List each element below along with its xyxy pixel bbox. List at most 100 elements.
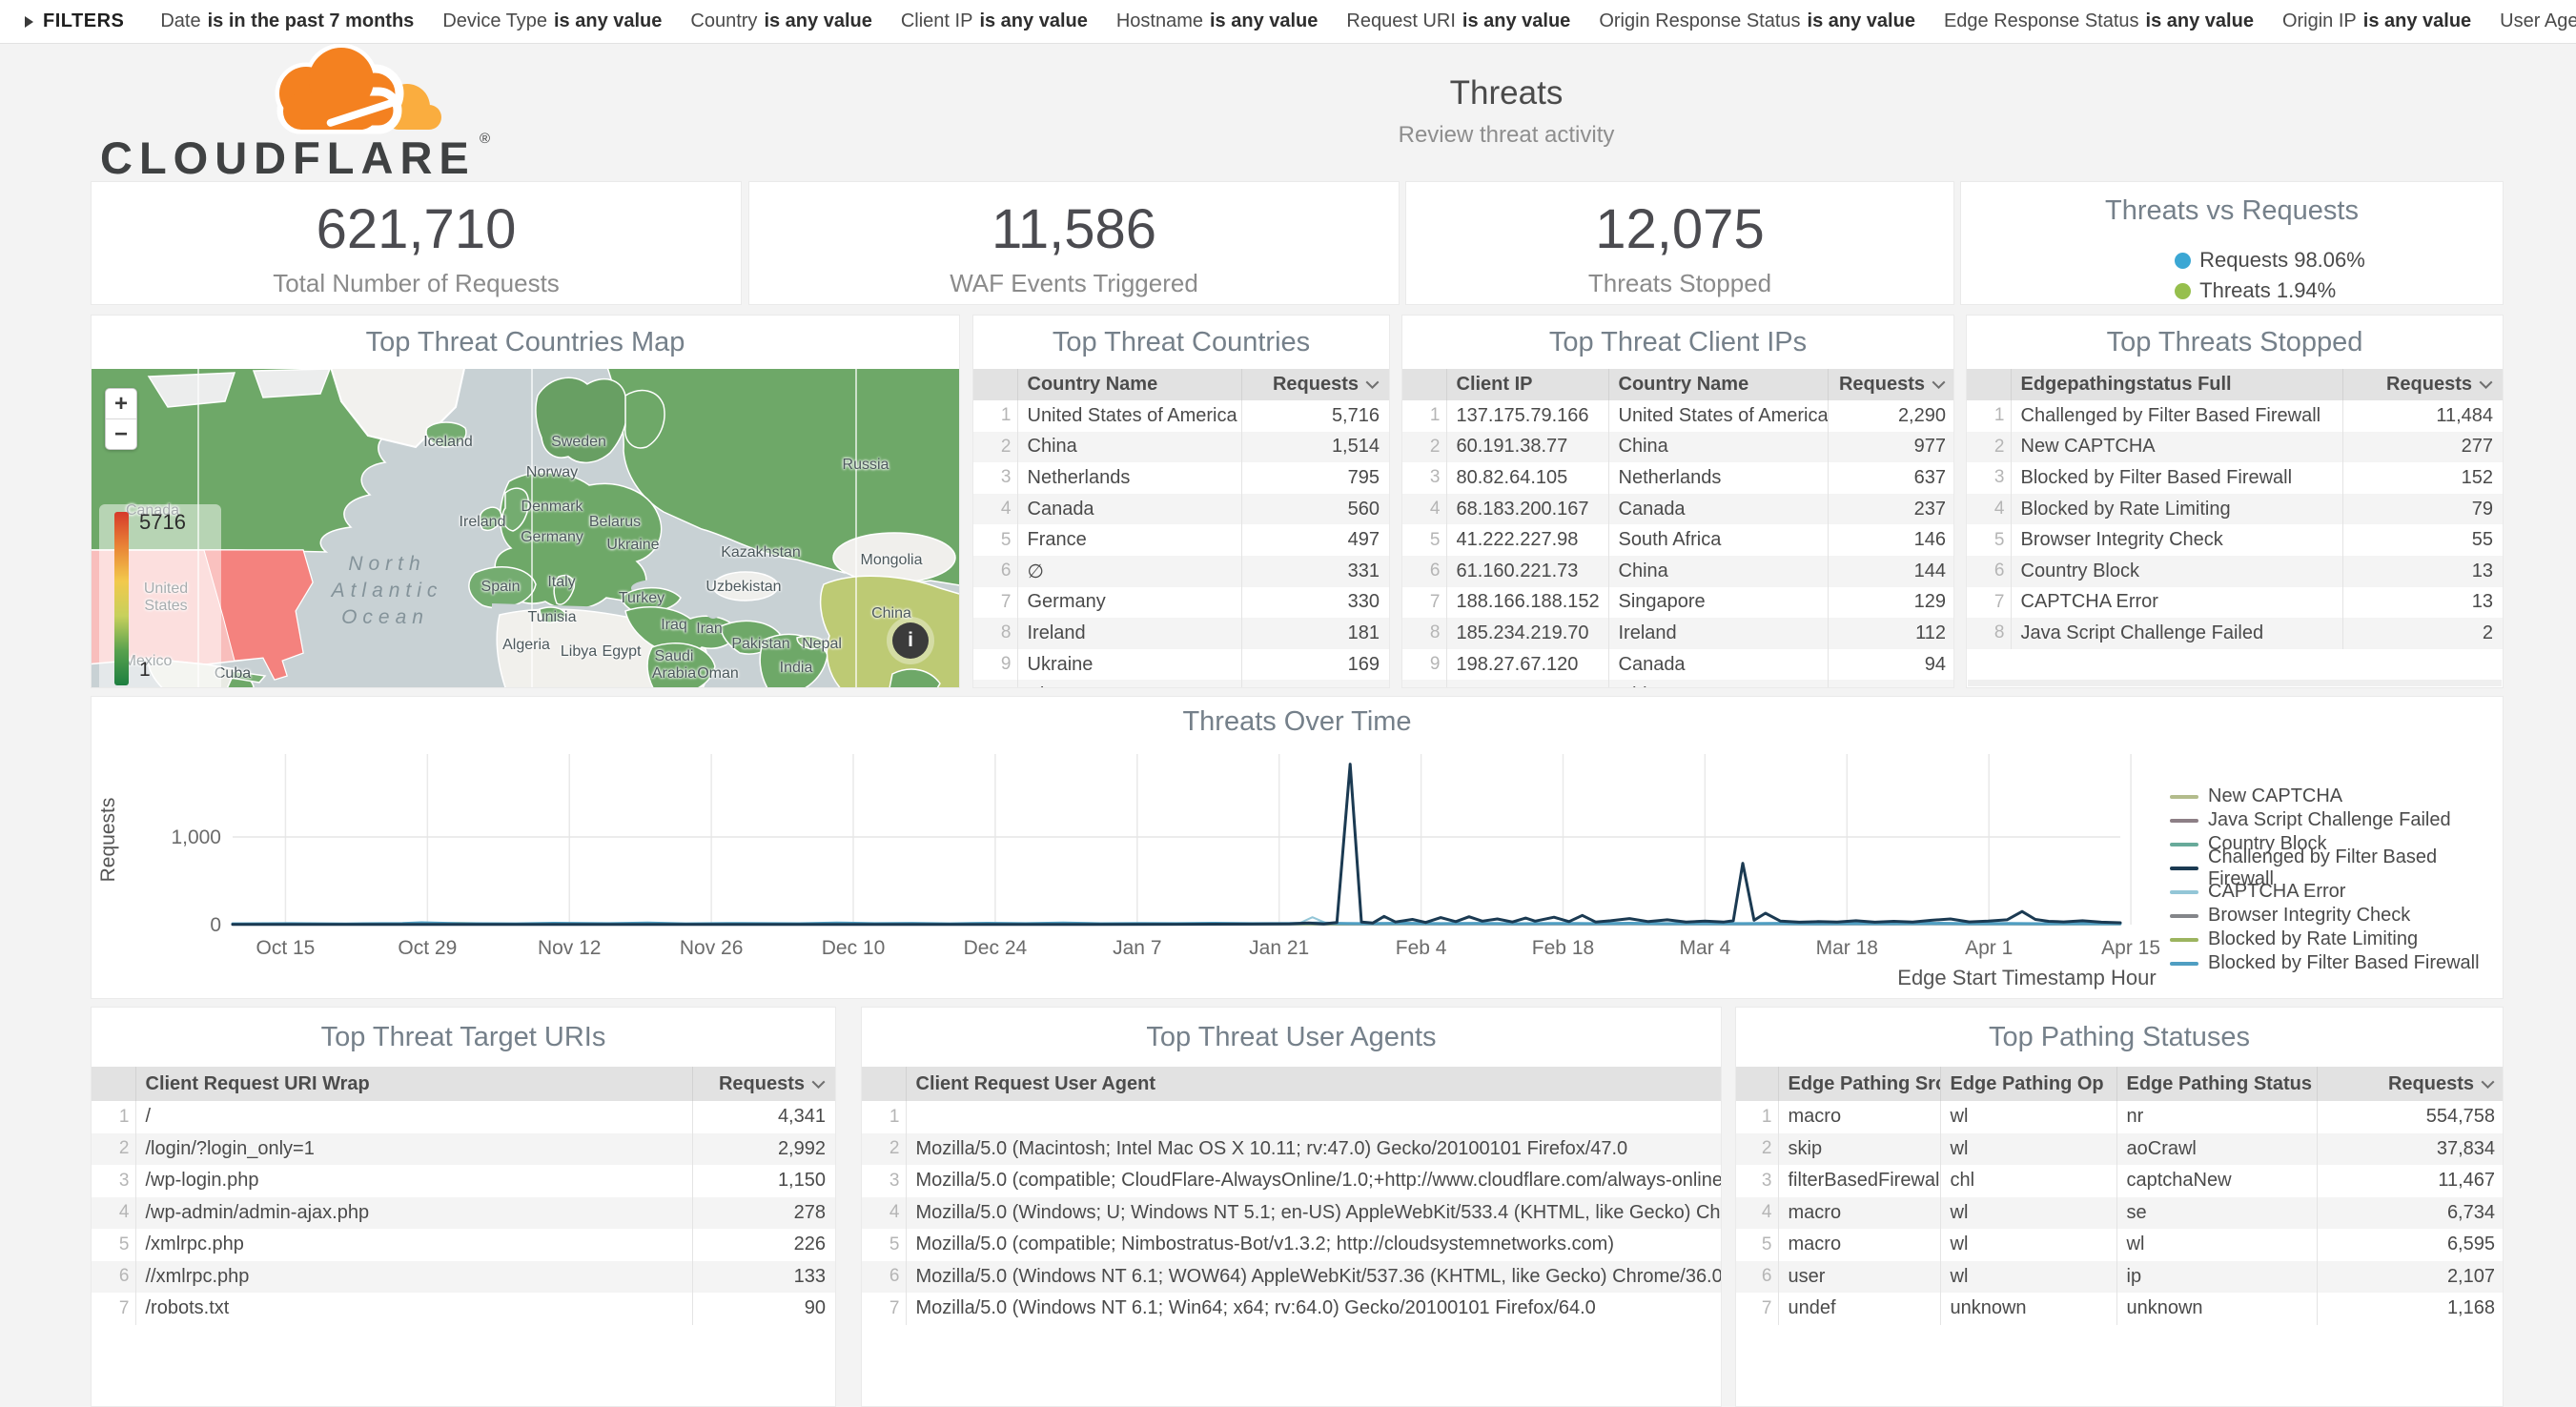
table-cell: 2 [2342,618,2503,649]
column-header[interactable]: Country Name [1608,369,1828,400]
row-number: 7 [92,1293,135,1325]
column-header[interactable]: Requests [1828,369,1953,400]
table-cell: user [1778,1261,1940,1294]
page-subtitle: Review threat activity [1399,122,1615,149]
column-header[interactable]: Requests [692,1067,835,1101]
table-row: 1061.160.247.137China88 [1402,680,1953,687]
row-number: 6 [1967,556,2011,587]
legend-dot-icon [2175,253,2191,269]
table-cell: 185.234.219.70 [1446,618,1608,649]
column-header[interactable]: Edge Pathing Src [1778,1067,1940,1101]
filters-expand-icon [25,16,33,28]
map-zoom-in-button[interactable]: + [106,389,136,419]
filter-label: Request URI [1346,10,1456,31]
table-cell: 88 [1828,680,1953,687]
filter-items: Dateis in the past 7 months Device Typeis… [160,10,2576,32]
table-cell: 68.183.200.167 [1446,494,1608,525]
filters-toggle[interactable]: FILTERS [25,10,124,32]
table-row: 4Canada560 [973,494,1389,525]
table-cell: Mozilla/5.0 (compatible; CloudFlare-Alwa… [906,1165,1721,1197]
column-header[interactable]: Client IP [1446,369,1608,400]
table-cell: China [1017,432,1241,463]
threats-over-time-panel: Threats Over Time New CAPTCHAJava Script… [91,696,2504,999]
column-header[interactable]: Requests [2342,369,2503,400]
table-cell: 330 [1241,587,1389,619]
table-row: 5France497 [973,524,1389,556]
filter-item[interactable]: Request URIis any value [1346,10,1570,31]
row-number: 10 [973,680,1017,687]
table-cell: macro [1778,1101,1940,1133]
table-cell: 2,992 [692,1133,835,1166]
table-cell: undef [1778,1293,1940,1325]
filter-item[interactable]: User Agentis any value [2500,10,2576,31]
table-cell: 188.166.188.152 [1446,587,1608,619]
uris-panel: Top Threat Target URIsClient Request URI… [91,1007,836,1407]
svg-text:Edge Start Timestamp Hour: Edge Start Timestamp Hour [1897,966,2156,989]
table-cell: unknown [1940,1293,2116,1325]
column-header[interactable]: Edge Pathing Op [1940,1067,2116,1101]
filter-item[interactable]: Countryis any value [690,10,871,31]
kpi-label: Threats Stopped [1406,269,1953,298]
row-number: 7 [1402,587,1446,619]
table-cell: 129 [1828,587,1953,619]
filter-item[interactable]: Origin Response Statusis any value [1599,10,1915,31]
column-header[interactable]: Edge Pathing Status [2116,1067,2317,1101]
column-header-label: Requests [719,1073,805,1094]
table-row: 5Mozilla/5.0 (compatible; Nimbostratus-B… [862,1229,1721,1261]
table-row: 2Mozilla/5.0 (Macintosh; Intel Mac OS X … [862,1133,1721,1166]
table-cell: 152 [2342,462,2503,494]
table-row: 6Country Block13 [1967,556,2503,587]
column-header[interactable]: Country Name [1017,369,1241,400]
filter-item[interactable]: Edge Response Statusis any value [1944,10,2254,31]
filter-label: Date [160,10,200,31]
table-cell: 637 [1828,462,1953,494]
table-cell: //xmlrpc.php [135,1261,692,1294]
table-scroll-area: Edge Pathing SrcEdge Pathing OpEdge Path… [1736,1067,2503,1406]
column-header[interactable]: Requests [2317,1067,2503,1101]
legend-label: Requests 98.06% [2199,248,2365,273]
row-number: 9 [973,649,1017,681]
panel-title: Top Threats Stopped [1967,316,2503,369]
filter-item[interactable]: Client IPis any value [901,10,1088,31]
table-row: 1137.175.79.166United States of America2… [1402,400,1953,432]
table-cell: 11,467 [2317,1165,2503,1197]
table-cell: Netherlands [1608,462,1828,494]
sort-desc-icon [811,1080,826,1089]
data-table: Edge Pathing SrcEdge Pathing OpEdge Path… [1736,1067,2503,1325]
row-number: 5 [1736,1229,1778,1261]
column-header[interactable]: Client Request User Agent [906,1067,1721,1101]
column-header[interactable]: Edgepathingstatus Full [2011,369,2342,400]
table-cell: New CAPTCHA [2011,432,2342,463]
filter-item[interactable]: Dateis in the past 7 months [160,10,414,31]
table-cell: chl [1940,1165,2116,1197]
table-cell: 13 [2342,556,2503,587]
column-header[interactable]: Client Request URI Wrap [135,1067,692,1101]
table-cell: Java Script Challenge Failed [2011,618,2342,649]
table-cell: 277 [2342,432,2503,463]
table-cell: 13 [2342,587,2503,619]
table-cell: wl [1940,1101,2116,1133]
table-row: 5Browser Integrity Check55 [1967,524,2503,556]
filter-value: is any value [764,10,871,31]
country-label: Russia [843,457,889,474]
dashboard-title-block: Threats Review threat activity [1399,74,1615,149]
kpi-card: 12,075Threats Stopped [1405,181,1954,305]
stopped-panel: Top Threats StoppedEdgepathingstatus Ful… [1966,315,2504,688]
column-header[interactable]: Requests [1241,369,1389,400]
map-zoom-out-button[interactable]: − [106,419,136,449]
filter-item[interactable]: Origin IPis any value [2282,10,2471,31]
table-cell: skip [1778,1133,1940,1166]
threat-map-panel: Top Threat Countries Map [91,315,960,688]
cloudflare-wordmark: CLOUDFLARE [100,133,476,183]
map-info-button[interactable]: i [892,622,929,659]
table-cell: Ireland [1608,618,1828,649]
table-cell: United States of America [1608,400,1828,432]
filter-item[interactable]: Device Typeis any value [442,10,662,31]
filter-item[interactable]: Hostnameis any value [1116,10,1319,31]
table-row: 7CAPTCHA Error13 [1967,587,2503,619]
row-number-header [862,1067,906,1101]
table-row: 1macrowlnr554,758 [1736,1101,2503,1133]
row-number: 1 [862,1101,906,1133]
table-cell: nr [2116,1101,2317,1133]
world-map[interactable]: CanadaUnitedStatesMexicoCubaIcelandSwede… [92,369,959,687]
